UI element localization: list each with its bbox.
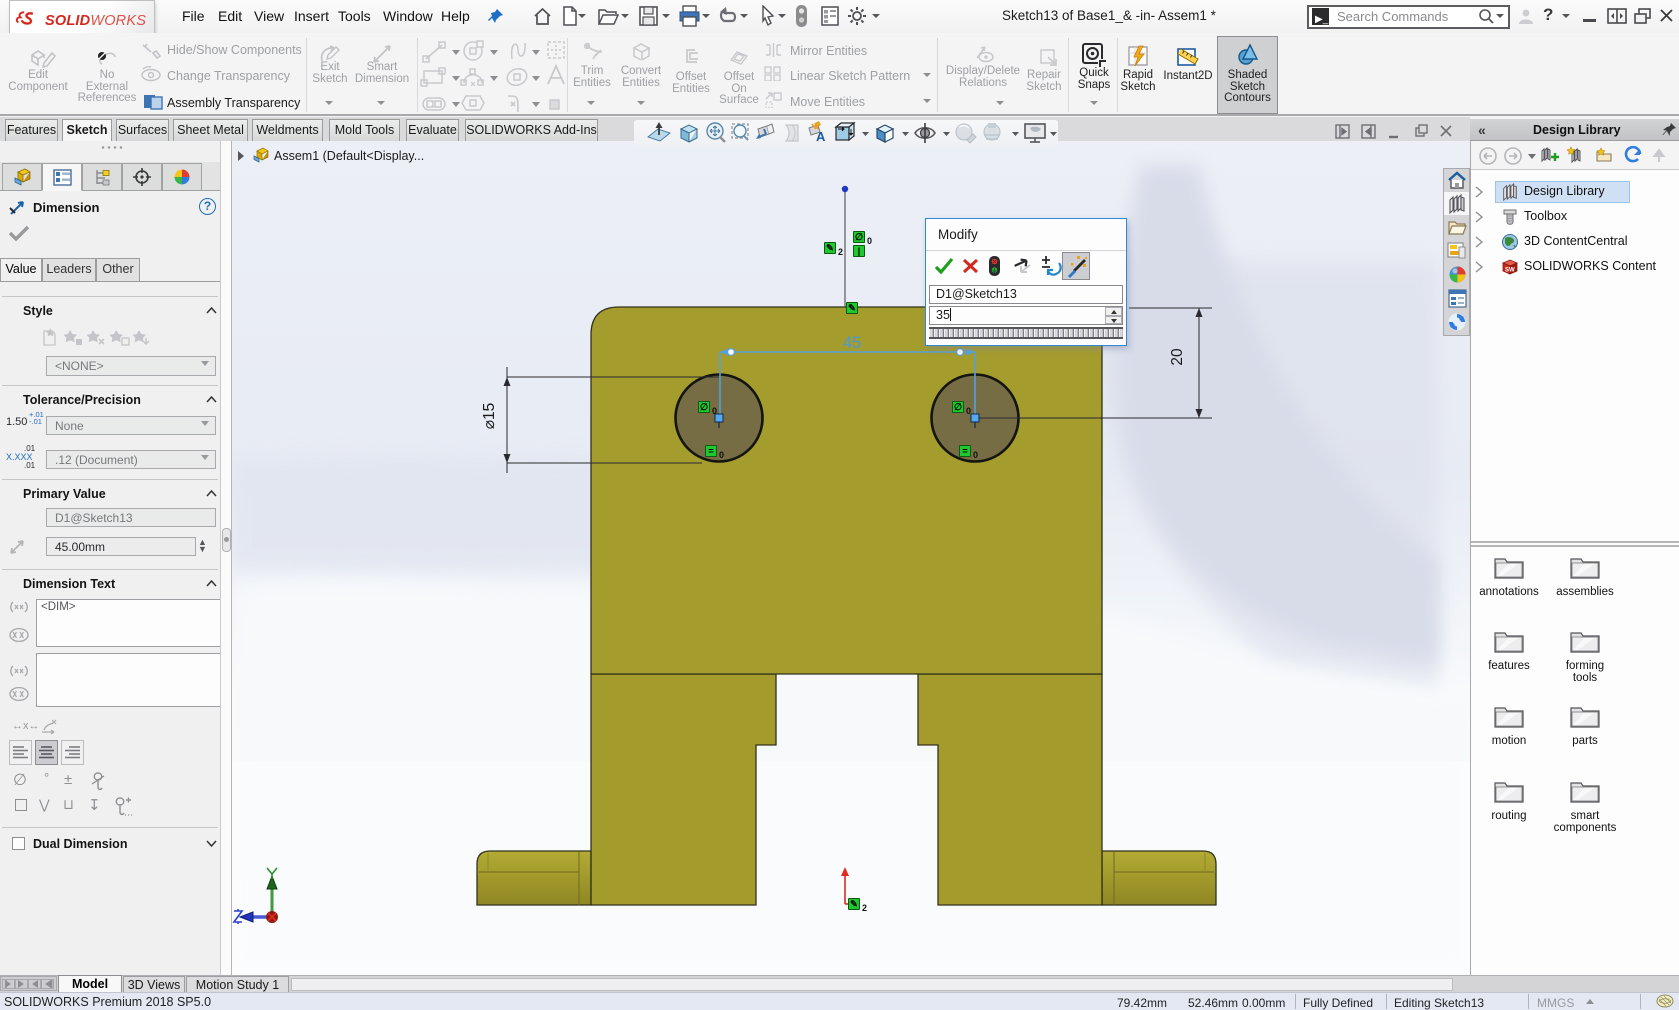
svg-text:20: 20 [1169, 348, 1186, 366]
svg-text:45: 45 [843, 334, 861, 352]
svg-text:A: A [816, 129, 826, 144]
svg-text:SW: SW [1505, 268, 1515, 274]
svg-text:⌀15: ⌀15 [481, 403, 498, 430]
